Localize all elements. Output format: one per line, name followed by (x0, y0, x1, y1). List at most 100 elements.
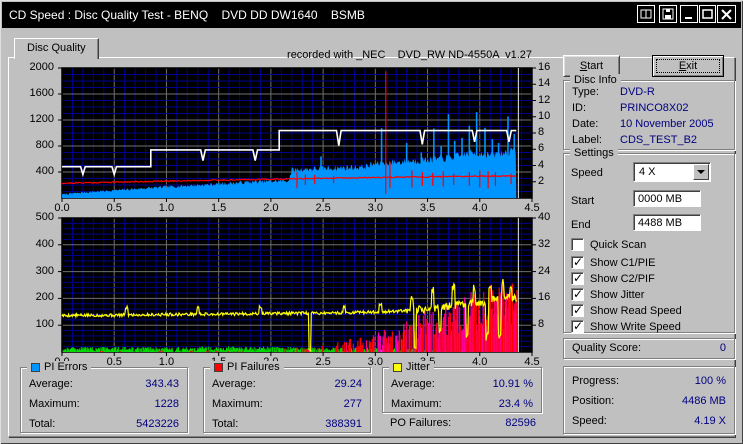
axis-tick-label: 1.0 (158, 202, 175, 214)
minimize-icon (685, 17, 692, 19)
pi-failures-legend-label: PI Failures (227, 361, 280, 373)
tab-disc-quality[interactable]: Disc Quality (14, 38, 99, 59)
recorded-with-text: recorded with _NEC DVD_RW ND-4550A v1.27 (287, 49, 532, 61)
end-mb-input[interactable]: 4488 MB (633, 214, 701, 231)
titlebar: CD Speed : Disc Quality Test - BENQ DVD … (2, 2, 741, 28)
stat-value: 1228 (154, 398, 179, 410)
start-mb-input[interactable]: 0000 MB (633, 190, 701, 207)
checkbox-label: Show C1/PIE (590, 256, 656, 269)
save-button[interactable] (659, 5, 677, 23)
close-icon (721, 8, 732, 20)
axis-tick-label: 8 (538, 318, 545, 331)
stat-label: Maximum: (391, 398, 442, 410)
jitter-swatch (393, 362, 402, 372)
po-failures-value: 82596 (505, 417, 536, 429)
copy-icon (640, 9, 652, 19)
checkbox-label: Show C2/PIF (590, 272, 655, 285)
axis-tick-label: 0.5 (106, 202, 122, 214)
axis-tick-label: 4 (538, 158, 545, 171)
disc-date-value: 10 November 2005 (620, 118, 714, 130)
checkbox-box[interactable] (571, 255, 584, 269)
axis-tick-label: 16 (538, 61, 551, 73)
checkbox-show-write-speed[interactable]: Show Write Speed (571, 319, 681, 333)
axis-tick-label: 400 (35, 165, 54, 177)
axis-tick-label: 800 (35, 139, 54, 151)
pi-errors-panel-legend: PI Errors (27, 361, 92, 373)
progress-value: 100 % (694, 375, 726, 387)
axis-tick-label: 300 (35, 264, 54, 277)
close-button[interactable] (717, 5, 736, 23)
jitter-legend-label: Jitter (406, 361, 430, 373)
speed-dropdown-button[interactable] (693, 164, 709, 180)
axis-tick-label: 24 (538, 264, 551, 277)
pi-errors-panel: PI Errors Average: 343.43 Maximum: 1228 To… (20, 361, 188, 433)
pi-errors-legend-label: PI Errors (44, 361, 88, 373)
speed-label: Speed (571, 167, 603, 179)
quality-score-box: Quality Score: 0 (563, 338, 735, 359)
stat-value: 10.91 % (492, 378, 533, 390)
axis-tick-label: 12 (538, 93, 551, 106)
stat-label: Average: (212, 378, 256, 390)
minimize-button[interactable] (680, 5, 698, 23)
tab-label: Disc Quality (27, 42, 86, 54)
settings-legend: Settings (570, 147, 618, 159)
stat-value: 29.24 (334, 378, 362, 390)
speed-status-value: 4.19 X (694, 415, 726, 427)
axis-tick-label: 10 (538, 109, 551, 122)
stat-label: Average: (391, 378, 435, 390)
stat-value: 5423226 (136, 418, 179, 430)
app-window: CD Speed : Disc Quality Test - BENQ DVD … (0, 0, 743, 444)
stat-value: 343.43 (145, 378, 179, 390)
po-failures-label: PO Failures: (390, 417, 452, 429)
position-label: Position: (572, 395, 615, 407)
axis-tick-label: 2000 (29, 61, 54, 73)
axis-tick-label: 2 (538, 174, 545, 187)
axis-tick-label: 6 (538, 142, 545, 155)
stat-label: Average: (29, 378, 73, 390)
axis-tick-label: 400 (35, 237, 54, 250)
pi-errors-chart (58, 67, 536, 202)
maximize-button[interactable] (699, 5, 716, 23)
jitter-panel-legend: Jitter (389, 361, 434, 373)
stat-value: 23.4 % (498, 398, 533, 410)
pi-errors-swatch (31, 362, 40, 372)
end-mb-label: End (571, 219, 591, 231)
checkbox-box[interactable] (571, 319, 584, 333)
speed-value: 4 X (639, 166, 656, 178)
stat-value: 277 (343, 398, 362, 410)
disc-date-label: Date: (572, 118, 599, 130)
axis-tick-label: 4.0 (472, 202, 488, 214)
jitter-pif-chart (58, 217, 536, 356)
axis-tick-label: 3.0 (367, 202, 383, 214)
checkbox-box[interactable] (571, 238, 584, 251)
copy-button[interactable] (637, 5, 655, 23)
axis-tick-label: 32 (538, 237, 551, 250)
checkbox-box[interactable] (571, 287, 584, 301)
checkbox-box[interactable] (571, 271, 584, 285)
checkbox-label: Show Read Speed (590, 304, 682, 317)
axis-tick-label: 1.5 (211, 202, 227, 214)
speed-select[interactable]: 4 X (633, 162, 711, 182)
pi-failures-swatch (214, 362, 223, 372)
exit-button[interactable]: Exit (652, 55, 724, 77)
po-failures-row: PO Failures: 82596 (390, 417, 536, 429)
chevron-down-icon (697, 170, 705, 174)
checkbox-label: Quick Scan (590, 238, 647, 251)
axis-tick-label: 40 (538, 211, 551, 223)
checkbox-quick-scan[interactable]: Quick Scan (571, 238, 646, 251)
stat-label: Maximum: (212, 398, 263, 410)
disc-type-value: DVD-R (620, 86, 655, 98)
speed-status-label: Speed: (572, 415, 607, 427)
checkbox-show-c2-pif[interactable]: Show C2/PIF (571, 271, 655, 285)
axis-tick-label: 3.5 (419, 202, 436, 214)
checkbox-show-c1-pie[interactable]: Show C1/PIE (571, 255, 656, 269)
settings-group: Settings Speed 4 X Start 0000 MB End 448… (563, 147, 735, 333)
checkbox-show-jitter[interactable]: Show Jitter (571, 287, 644, 301)
checkbox-box[interactable] (571, 303, 584, 317)
axis-tick-label: 16 (538, 291, 551, 304)
checkbox-show-read-speed[interactable]: Show Read Speed (571, 303, 682, 317)
pi-failures-panel-legend: PI Failures (210, 361, 284, 373)
quality-score-label: Quality Score: (572, 342, 642, 354)
maximize-icon (702, 8, 713, 19)
axis-tick-label: 200 (35, 291, 54, 304)
